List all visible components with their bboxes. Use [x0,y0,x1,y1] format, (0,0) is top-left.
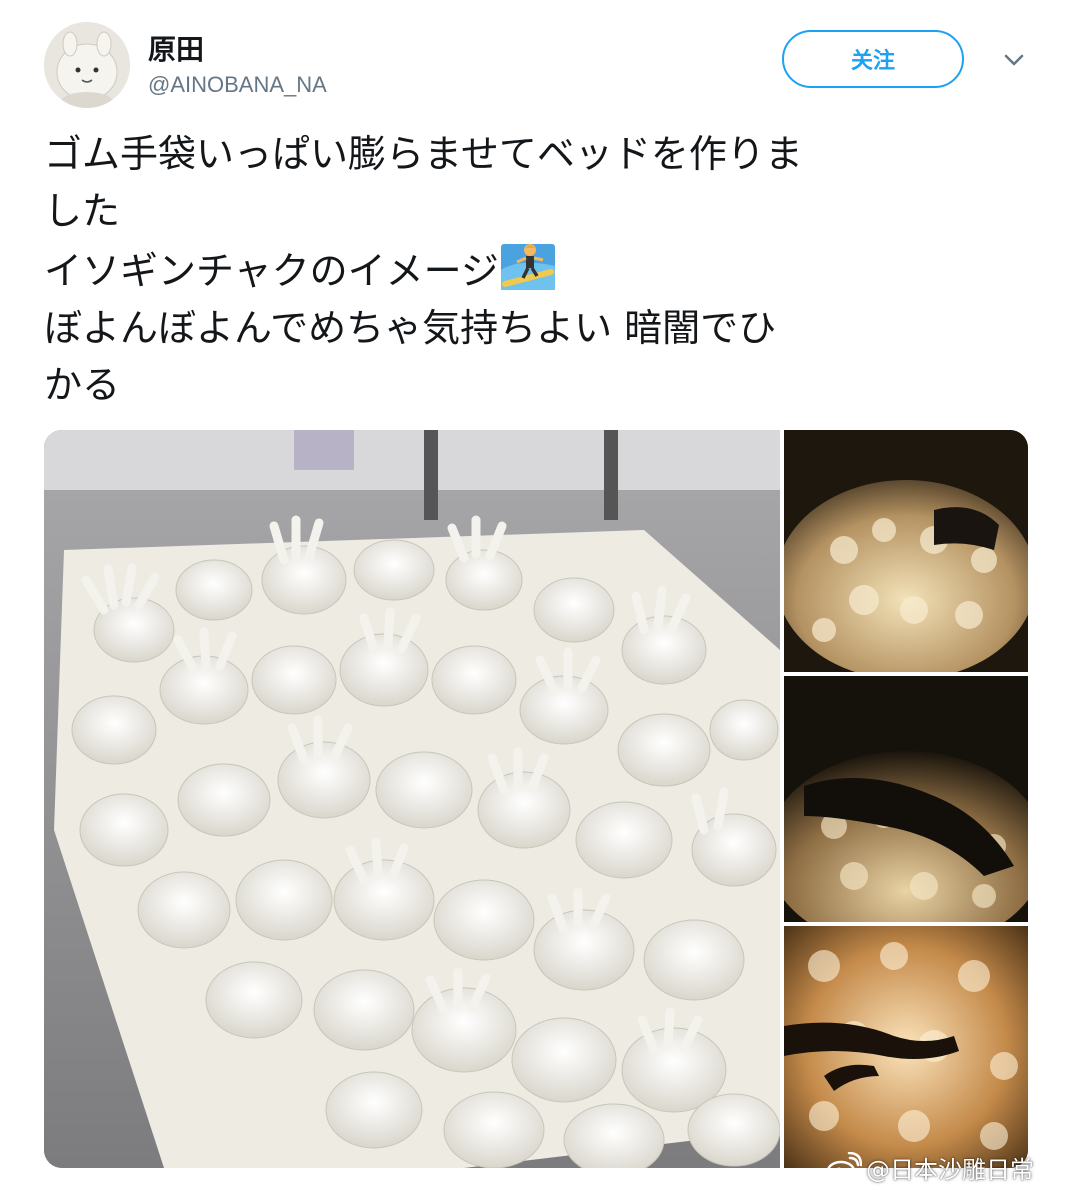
tweet-text-line-with-emoji: イソギンチャクのイメージ [44,240,1014,300]
watermark: @日本沙雕日常 [826,1150,1034,1184]
tweet-header: 原田 @AINOBANA_NA 关注 [44,22,1034,112]
media-grid [44,430,1028,1168]
tweet-text-line: ゴム手袋いっぱい膨らませてベッドを作りま [44,132,803,176]
avatar[interactable] [44,22,130,108]
tweet-text-line: イソギンチャクのイメージ [44,249,499,293]
user-display-name[interactable]: 原田 [148,28,204,68]
tweet-text-line: かる [44,363,121,407]
chevron-down-icon[interactable] [1002,52,1026,68]
photo-night-2[interactable] [784,676,1028,922]
tweet-text-line: した [44,189,121,233]
photo-night-3[interactable] [784,926,1028,1168]
follow-button[interactable]: 关注 [782,30,964,88]
tweet-text: ゴム手袋いっぱい膨らませてベッドを作りま した イソギンチャクのイメージ ぼよん… [44,126,1014,414]
tweet-text-line: ぼよんぼよんでめちゃ気持ちよい 暗闇でひ [44,306,777,350]
user-handle[interactable]: @AINOBANA_NA [148,72,327,98]
watermark-text: @日本沙雕日常 [866,1155,1034,1184]
photo-glove-bed[interactable] [44,430,780,1168]
weibo-icon [826,1152,862,1182]
surfer-emoji-icon [500,244,555,290]
photo-night-1[interactable] [784,430,1028,672]
